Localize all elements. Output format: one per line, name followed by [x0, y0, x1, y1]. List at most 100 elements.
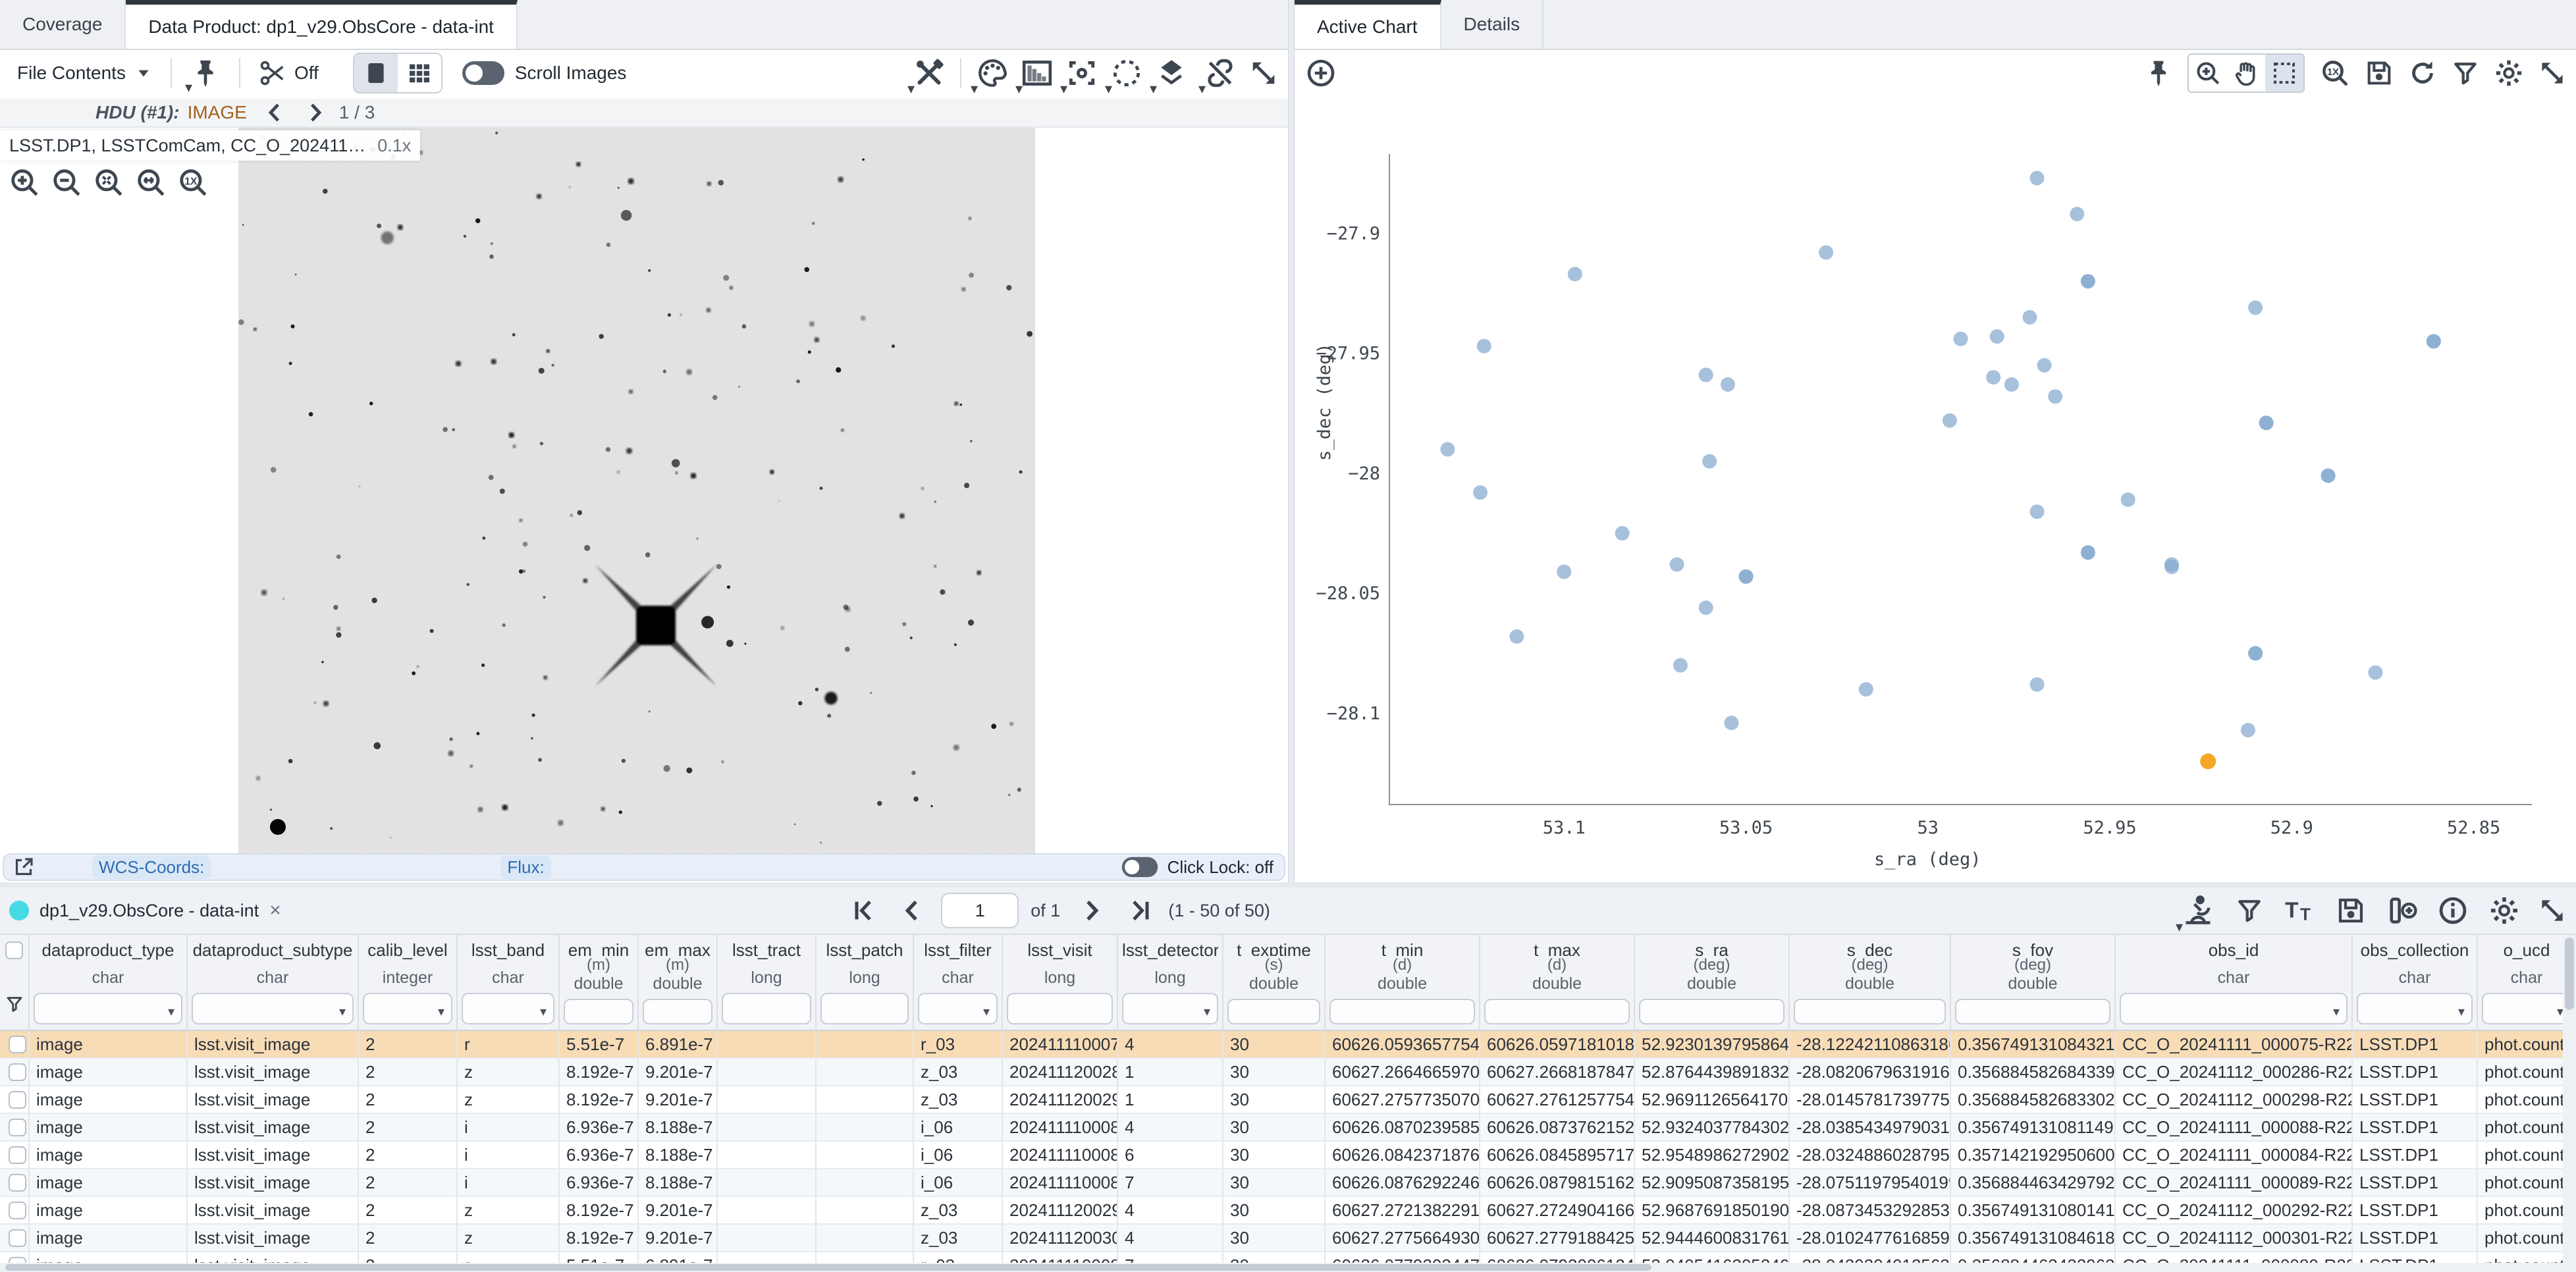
table-row[interactable]: imagelsst.visit_image2z8.192e-79.201e-7z…	[0, 1225, 2576, 1252]
column-filter-input[interactable]: ▾	[918, 993, 998, 1024]
chart-point[interactable]	[2037, 358, 2052, 373]
click-lock-toggle[interactable]	[1121, 857, 1157, 878]
column-filter-input[interactable]	[1227, 999, 1320, 1024]
column-header-lsst_band[interactable]: lsst_bandchar▾	[458, 935, 560, 1030]
column-filter-input[interactable]: ▾	[34, 993, 182, 1024]
chart-point[interactable]	[1990, 329, 2004, 344]
expand-table-icon[interactable]	[2538, 896, 2567, 925]
chart-point[interactable]	[2081, 545, 2095, 560]
table-row[interactable]: imagelsst.visit_image2z8.192e-79.201e-7z…	[0, 1059, 2576, 1086]
table-row[interactable]: imagelsst.visit_image2z8.192e-79.201e-7z…	[0, 1086, 2576, 1114]
column-filter-input[interactable]	[564, 999, 633, 1024]
chart-point[interactable]	[1721, 377, 1735, 392]
zoom-1x-icon[interactable]: 1X	[176, 166, 209, 199]
column-filter-input[interactable]: ▾	[2482, 993, 2571, 1024]
save-chart-icon[interactable]	[2364, 58, 2394, 88]
chart-point[interactable]	[2070, 207, 2084, 221]
chart-point-selected[interactable]	[2200, 753, 2216, 769]
column-filter-input[interactable]	[1007, 993, 1113, 1024]
chart-point[interactable]	[2248, 300, 2263, 315]
column-header-lsst_patch[interactable]: lsst_patchlong	[817, 935, 914, 1030]
color-palette-icon[interactable]	[976, 57, 1009, 90]
table-row[interactable]: imagelsst.visit_image2z8.192e-79.201e-7z…	[0, 1197, 2576, 1225]
column-header-lsst_visit[interactable]: lsst_visitlong	[1003, 935, 1118, 1030]
chart-point[interactable]	[2259, 415, 2274, 430]
chart-point[interactable]	[2030, 504, 2045, 519]
row-checkbox[interactable]	[9, 1063, 26, 1081]
save-table-icon[interactable]	[2335, 895, 2367, 926]
chart-pan-mode-button[interactable]	[2227, 55, 2265, 92]
column-filter-input[interactable]	[1639, 999, 1784, 1024]
column-header-t_min[interactable]: t_min(d)double	[1326, 935, 1480, 1030]
page-first-icon[interactable]	[850, 897, 876, 924]
chart-point[interactable]	[2030, 677, 2045, 692]
chart-point[interactable]	[1670, 557, 1684, 571]
clear-filters-funnel-icon[interactable]	[5, 993, 24, 1015]
filter-chart-icon[interactable]	[2451, 59, 2480, 88]
scatter-chart[interactable]: 53.153.055352.9552.952.85−27.9−27.95−28−…	[1295, 95, 2576, 882]
column-filter-input[interactable]: ▾	[2120, 993, 2348, 1024]
single-view-button[interactable]	[354, 54, 398, 92]
chart-point[interactable]	[1859, 682, 1873, 697]
filter-icon[interactable]	[2235, 896, 2264, 925]
tab-details[interactable]: Details	[1441, 0, 1544, 49]
chart-point[interactable]	[2048, 389, 2062, 404]
open-in-new-icon[interactable]	[12, 855, 36, 879]
add-chart-icon[interactable]	[1305, 57, 1337, 89]
chart-point[interactable]	[2081, 274, 2095, 288]
restore-chart-icon[interactable]	[2407, 58, 2438, 88]
table-row[interactable]: imagelsst.visit_image2i6.936e-78.188e-7i…	[0, 1142, 2576, 1169]
row-checkbox[interactable]	[9, 1119, 26, 1136]
column-header-s_dec[interactable]: s_dec(deg)double	[1790, 935, 1951, 1030]
chart-point[interactable]	[1954, 332, 1968, 346]
crop-scissors-icon[interactable]	[257, 58, 288, 88]
column-header-obs_id[interactable]: obs_idchar▾	[2116, 935, 2353, 1030]
table-tab-label[interactable]: dp1_v29.ObsCore - data-int	[40, 901, 259, 921]
tab-data-product[interactable]: Data Product: dp1_v29.ObsCore - data-int	[126, 0, 518, 49]
page-last-icon[interactable]	[1127, 897, 1154, 924]
row-checkbox[interactable]	[9, 1202, 26, 1219]
column-header-o_ucd[interactable]: o_ucdchar▾	[2478, 935, 2576, 1030]
tab-active-chart[interactable]: Active Chart	[1295, 0, 1441, 49]
column-filter-input[interactable]	[643, 999, 712, 1024]
select-all-column-header[interactable]	[0, 935, 30, 1030]
column-filter-input[interactable]	[1794, 999, 1946, 1024]
close-icon[interactable]: ×	[269, 899, 281, 922]
table-settings-icon[interactable]	[2488, 894, 2521, 927]
chart-select-mode-button[interactable]	[2265, 55, 2303, 92]
hdu-prev-icon[interactable]	[263, 101, 286, 124]
chart-point[interactable]	[1739, 570, 1754, 584]
zoom-original-icon[interactable]: 1X	[2319, 57, 2351, 89]
chart-point[interactable]	[1477, 339, 1491, 354]
column-header-lsst_detector[interactable]: lsst_detectorlong▾	[1118, 935, 1223, 1030]
column-filter-input[interactable]: ▾	[192, 993, 354, 1024]
expand-icon[interactable]	[1248, 58, 1279, 88]
pin-icon[interactable]	[190, 58, 221, 88]
search-icon[interactable]	[2181, 893, 2215, 928]
select-region-icon[interactable]	[1110, 57, 1143, 90]
column-header-em_max[interactable]: em_max(m)double	[639, 935, 718, 1030]
file-contents-dropdown[interactable]: File Contents	[17, 63, 126, 84]
chart-point[interactable]	[2427, 334, 2441, 348]
row-checkbox[interactable]	[9, 1146, 26, 1164]
chart-point[interactable]	[1699, 367, 1713, 382]
column-filter-input[interactable]: ▾	[462, 993, 554, 1024]
table-row[interactable]: imagelsst.visit_image2i6.936e-78.188e-7i…	[0, 1114, 2576, 1142]
column-filter-input[interactable]	[1329, 999, 1475, 1024]
layers-icon[interactable]	[1155, 57, 1188, 90]
page-number-input[interactable]: 1	[941, 893, 1019, 928]
grid-view-button[interactable]	[398, 54, 441, 92]
unlink-icon[interactable]	[1204, 57, 1237, 90]
column-header-obs_collection[interactable]: obs_collectionchar▾	[2353, 935, 2478, 1030]
hdu-next-icon[interactable]	[304, 101, 327, 124]
chart-point[interactable]	[2121, 492, 2135, 507]
zoom-out-icon[interactable]	[50, 166, 83, 199]
table-row[interactable]: imagelsst.visit_image2i6.936e-78.188e-7i…	[0, 1169, 2576, 1197]
vertical-scrollbar[interactable]	[2563, 935, 2576, 1272]
horizontal-divider[interactable]	[0, 882, 2576, 888]
page-next-icon[interactable]	[1079, 897, 1105, 924]
chevron-down-icon[interactable]	[135, 65, 152, 82]
column-filter-input[interactable]	[1955, 999, 2110, 1024]
histogram-stretch-icon[interactable]	[1021, 57, 1054, 90]
recenter-icon[interactable]	[1065, 57, 1098, 90]
